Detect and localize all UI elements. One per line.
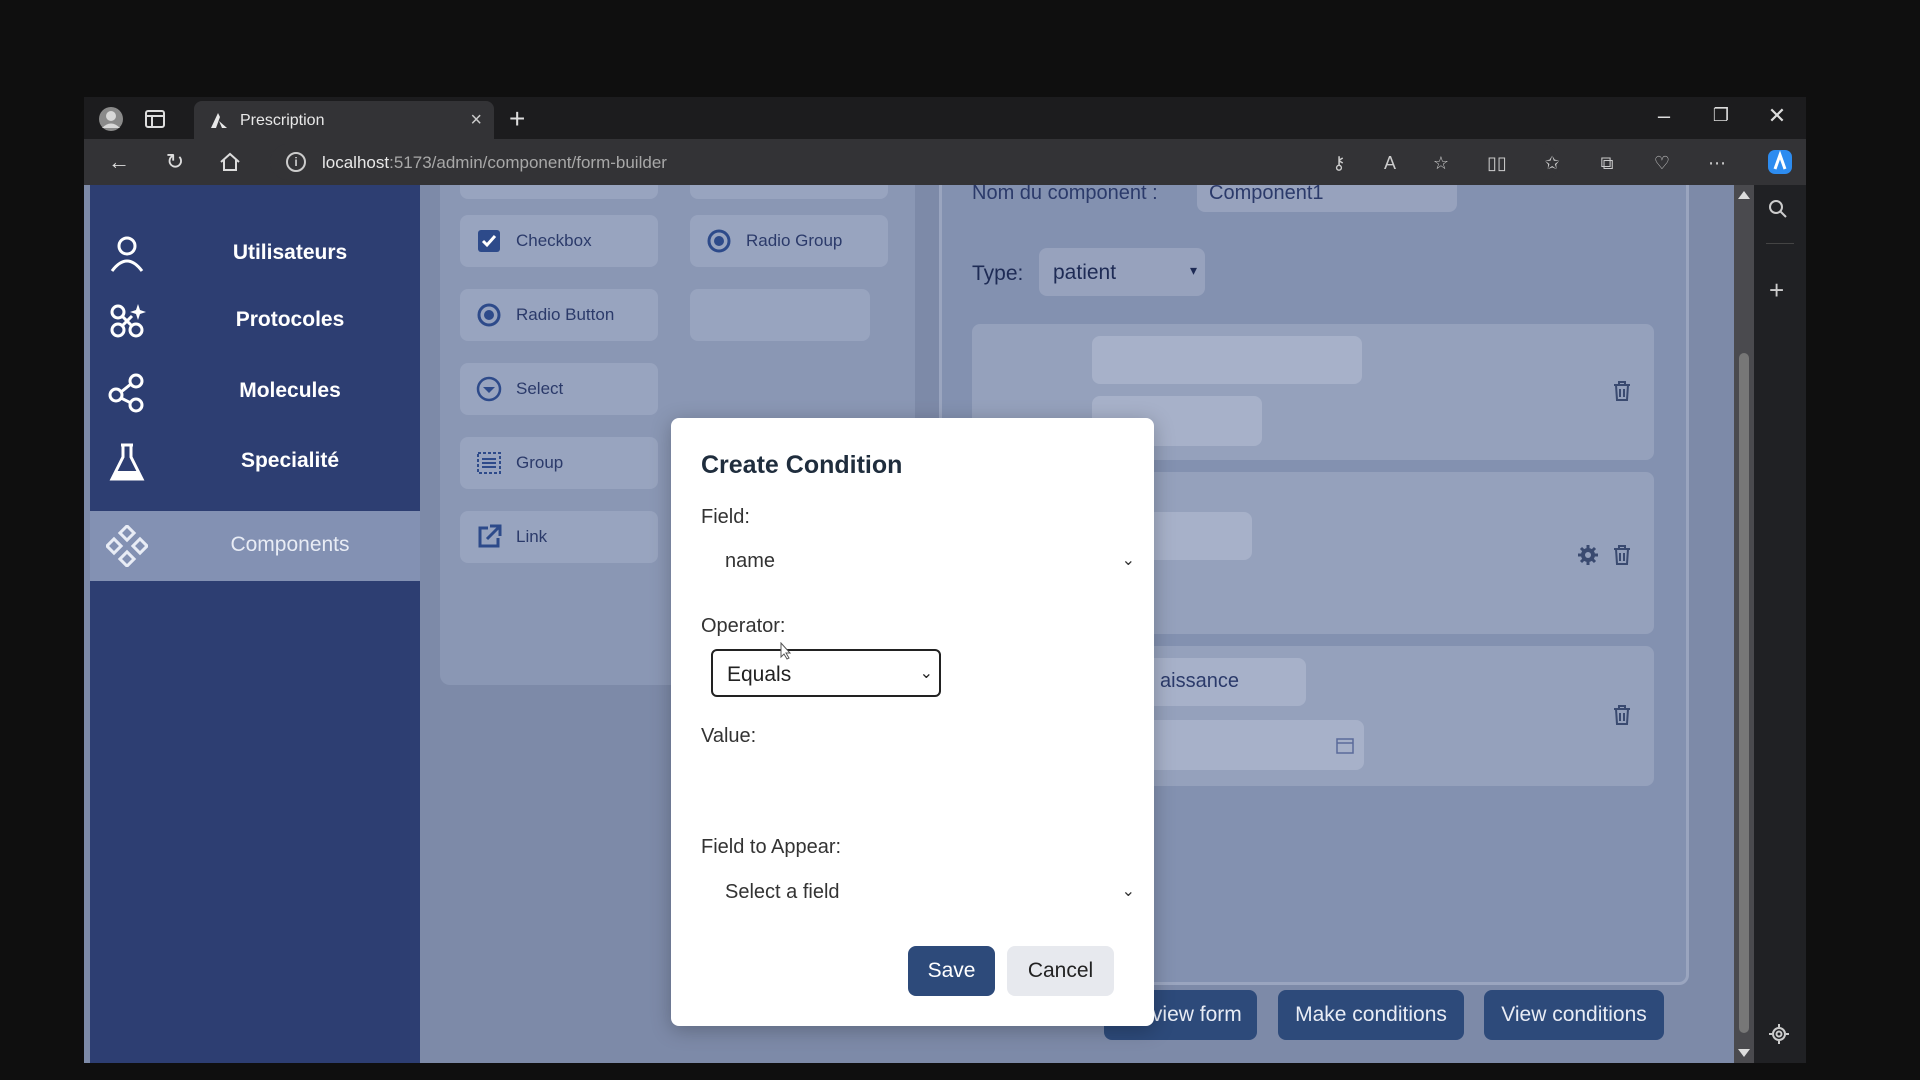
home-icon[interactable] xyxy=(215,147,245,177)
make-conditions-button[interactable]: Make conditions xyxy=(1278,990,1464,1040)
add-icon[interactable]: + xyxy=(1769,275,1784,306)
palette-item-checkbox[interactable]: Checkbox xyxy=(460,215,658,267)
search-icon[interactable] xyxy=(1768,199,1788,225)
component-name-label: Nom du component : xyxy=(972,185,1158,204)
sidebar: Utilisateurs Protocoles Molecules Specia… xyxy=(90,185,420,1063)
molecule-icon xyxy=(108,373,144,413)
browser-essentials-icon[interactable]: ♡ xyxy=(1650,151,1674,175)
settings-gear-icon[interactable] xyxy=(1768,1023,1790,1050)
sidebar-item-label: Components xyxy=(230,533,350,556)
field-to-appear-select[interactable]: Select a field ⌄ xyxy=(709,867,1141,917)
scroll-down-icon[interactable] xyxy=(1738,1049,1750,1057)
read-aloud-icon[interactable]: A xyxy=(1378,151,1402,175)
type-select[interactable]: patient ▾ xyxy=(1039,248,1205,296)
url-text: localhost:5173/admin/component/form-buil… xyxy=(322,153,667,172)
chevron-down-icon: ▾ xyxy=(1189,262,1197,278)
chevron-down-icon: ⌄ xyxy=(919,665,933,682)
trash-icon[interactable] xyxy=(1612,704,1632,726)
operator-select[interactable]: Equals ⌄ xyxy=(711,649,941,697)
field-label: Field: xyxy=(701,506,750,528)
link-icon xyxy=(478,524,502,548)
page-scrollbar[interactable] xyxy=(1734,185,1754,1063)
gear-icon[interactable] xyxy=(1577,544,1599,566)
save-button[interactable]: Save xyxy=(908,946,995,996)
flask-icon xyxy=(109,443,145,481)
address-bar[interactable]: i localhost:5173/admin/component/form-bu… xyxy=(270,144,1560,180)
protocol-icon xyxy=(110,304,146,338)
mouse-cursor-icon xyxy=(780,642,792,660)
copilot-icon[interactable] xyxy=(1765,147,1795,177)
view-conditions-button[interactable]: View conditions xyxy=(1484,990,1664,1040)
user-icon xyxy=(110,236,144,272)
checkbox-icon xyxy=(478,230,500,252)
group-icon xyxy=(477,452,501,474)
window-close-icon[interactable]: ✕ xyxy=(1757,103,1797,129)
favorite-star-icon[interactable]: ☆ xyxy=(1429,151,1453,175)
collections-icon[interactable]: ⧉ xyxy=(1595,151,1619,175)
page-content: Utilisateurs Protocoles Molecules Specia… xyxy=(84,185,1734,1063)
sidebar-item-molecules[interactable]: Molecules xyxy=(90,357,420,427)
sidebar-item-label: Specialité xyxy=(240,449,340,472)
more-menu-icon[interactable]: ⋯ xyxy=(1705,151,1729,175)
site-info-icon[interactable]: i xyxy=(286,152,306,172)
tab-strip: Prescription × + – ❐ ✕ xyxy=(84,97,1806,139)
chevron-down-icon: ⌄ xyxy=(1121,883,1135,900)
field-select[interactable]: name ⌄ xyxy=(709,536,1141,586)
profile-avatar-icon[interactable] xyxy=(98,106,124,132)
radio-button-icon xyxy=(477,303,501,327)
palette-item-radio-group[interactable]: Radio Group xyxy=(690,215,888,267)
field-to-appear-label: Field to Appear: xyxy=(701,836,842,858)
refresh-icon[interactable]: ↻ xyxy=(160,147,190,177)
trash-icon[interactable] xyxy=(1612,544,1632,566)
field-input[interactable] xyxy=(1092,336,1362,384)
split-screen-icon[interactable]: ▯▯ xyxy=(1485,151,1509,175)
value-input[interactable] xyxy=(709,756,1141,804)
favorites-icon[interactable]: ✩ xyxy=(1540,151,1564,175)
palette-item-group[interactable]: Group xyxy=(460,437,658,489)
scrollbar-thumb[interactable] xyxy=(1739,353,1749,1033)
chevron-down-icon: ⌄ xyxy=(1121,552,1135,569)
minimize-icon[interactable]: – xyxy=(1644,103,1684,129)
value-label: Value: xyxy=(701,725,757,747)
key-icon[interactable]: ⚷ xyxy=(1327,151,1351,175)
tab-actions-icon[interactable] xyxy=(142,106,168,132)
components-icon xyxy=(106,525,148,567)
sidebar-item-protocoles[interactable]: Protocoles xyxy=(90,286,420,356)
back-icon[interactable]: ← xyxy=(104,147,134,177)
type-label: Type: xyxy=(972,262,1024,285)
calendar-icon[interactable] xyxy=(1336,736,1354,754)
palette-item-partial[interactable] xyxy=(460,185,658,199)
sidebar-item-label: Protocoles xyxy=(235,308,345,331)
site-logo-icon xyxy=(211,113,227,128)
cancel-button[interactable]: Cancel xyxy=(1007,946,1114,996)
select-icon xyxy=(476,376,502,402)
tab-prescription[interactable]: Prescription × xyxy=(194,101,494,139)
component-name-input[interactable]: Component1 xyxy=(1197,185,1457,212)
radio-group-icon xyxy=(707,229,731,253)
sidebar-item-components[interactable]: Components xyxy=(90,511,420,581)
operator-label: Operator: xyxy=(701,615,786,637)
create-condition-modal: Create Condition Field: name ⌄ Operator:… xyxy=(671,418,1154,1026)
palette-item-partial[interactable] xyxy=(690,289,870,341)
divider xyxy=(1766,243,1794,244)
palette-item-select[interactable]: Select xyxy=(460,363,658,415)
new-tab-icon[interactable]: + xyxy=(509,103,525,135)
palette-item-link[interactable]: Link xyxy=(460,511,658,563)
tab-close-icon[interactable]: × xyxy=(470,109,482,132)
modal-title: Create Condition xyxy=(701,451,903,479)
palette-item-partial[interactable] xyxy=(690,185,888,199)
sidebar-item-label: Molecules xyxy=(239,379,341,402)
restore-icon[interactable]: ❐ xyxy=(1701,105,1741,126)
tab-title: Prescription xyxy=(240,112,325,129)
palette-item-radio-button[interactable]: Radio Button xyxy=(460,289,658,341)
sidebar-item-specialite[interactable]: Specialité xyxy=(90,427,420,497)
edge-side-panel: + xyxy=(1754,185,1806,1063)
address-toolbar: ← ↻ i localhost:5173/admin/component/for… xyxy=(84,139,1806,185)
scroll-up-icon[interactable] xyxy=(1738,191,1750,199)
sidebar-item-label: Utilisateurs xyxy=(232,241,348,264)
sidebar-item-utilisateurs[interactable]: Utilisateurs xyxy=(90,219,420,289)
trash-icon[interactable] xyxy=(1612,380,1632,402)
browser-window: Prescription × + – ❐ ✕ ← ↻ i localhost:5… xyxy=(84,97,1806,1063)
